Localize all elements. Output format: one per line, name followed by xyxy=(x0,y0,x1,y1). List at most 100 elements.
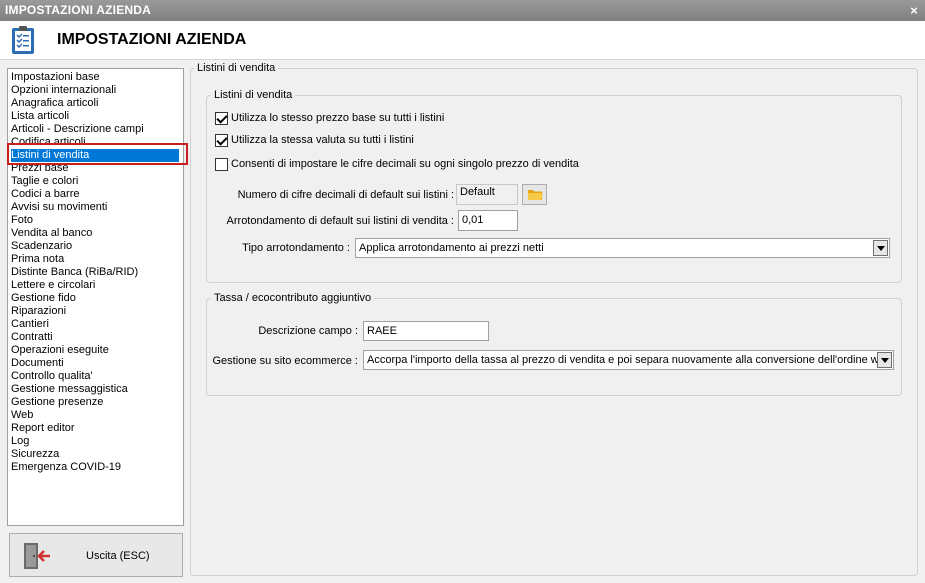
chevron-down-icon[interactable] xyxy=(873,240,888,256)
ecommerce-label: Gestione su sito ecommerce : xyxy=(212,355,358,367)
sidebar-item[interactable]: Anagrafica articoli xyxy=(8,97,183,110)
same-currency-checkbox[interactable] xyxy=(215,133,228,147)
sidebar-item[interactable]: Gestione fido xyxy=(8,292,183,305)
sidebar-item-label: Prima nota xyxy=(11,253,65,265)
listini-group-title: Listini di vendita xyxy=(211,89,296,102)
tassa-group xyxy=(206,298,902,396)
sidebar-item[interactable]: Report editor xyxy=(8,422,183,435)
sidebar-item[interactable]: Prima nota xyxy=(8,253,183,266)
sidebar-item-label: Gestione fido xyxy=(11,292,76,304)
sidebar-item[interactable]: Codici a barre xyxy=(8,188,183,201)
sidebar-item[interactable]: Distinte Banca (RiBa/RID) xyxy=(8,266,183,279)
sidebar-item-label: Articoli - Descrizione campi xyxy=(11,123,144,135)
main-group-title: Listini di vendita xyxy=(194,62,279,75)
sidebar-item-label: Prezzi base xyxy=(11,162,69,174)
ecommerce-value: Accorpa l'importo della tassa al prezzo … xyxy=(367,354,891,366)
sidebar-item-label: Distinte Banca (RiBa/RID) xyxy=(11,266,139,278)
sidebar-list: Impostazioni base Opzioni internazionali A… xyxy=(8,69,183,474)
sidebar-item[interactable]: Web xyxy=(8,409,183,422)
sidebar-item-label: Lettere e circolari xyxy=(11,279,96,291)
sidebar-item-label: Sicurezza xyxy=(11,448,60,460)
decimals-checkbox[interactable] xyxy=(215,157,228,171)
sidebar-item-label: Log xyxy=(11,435,30,447)
decimals-option[interactable]: Consenti di impostare le cifre decimali … xyxy=(215,156,579,172)
sidebar-item-label: Anagrafica articoli xyxy=(11,97,99,109)
sidebar-item[interactable]: Controllo qualita' xyxy=(8,370,183,383)
exit-button[interactable]: Uscita (ESC) xyxy=(9,533,183,577)
sidebar-item-label: Lista articoli xyxy=(11,110,70,122)
folder-icon xyxy=(528,190,543,200)
sidebar-item-label: Contratti xyxy=(11,331,53,343)
sidebar-item[interactable]: Foto xyxy=(8,214,183,227)
sidebar-item-label: Web xyxy=(11,409,34,421)
sidebar-item[interactable]: Impostazioni base xyxy=(8,71,183,84)
sidebar-item-label: Codifica articoli xyxy=(11,136,86,148)
same-currency-option[interactable]: Utilizza la stessa valuta su tutti i lis… xyxy=(215,132,414,148)
sidebar-item-label: Codici a barre xyxy=(11,188,80,200)
page-title: IMPOSTAZIONI AZIENDA xyxy=(57,31,247,48)
sidebar-item-label: Vendita al banco xyxy=(11,227,93,239)
exit-label: Uscita (ESC) xyxy=(86,550,150,562)
sidebar-item[interactable]: Gestione messaggistica xyxy=(8,383,183,396)
field-description-label: Descrizione campo : xyxy=(258,325,358,337)
rounding-type-value: Applica arrotondamento ai prezzi netti xyxy=(359,242,544,254)
sidebar-item[interactable]: Avvisi su movimenti xyxy=(8,201,183,214)
sidebar-item-label: Operazioni eseguite xyxy=(11,344,109,356)
ecommerce-select[interactable]: Accorpa l'importo della tassa al prezzo … xyxy=(363,350,894,370)
decimals-option-label: Consenti di impostare le cifre decimali … xyxy=(231,158,579,170)
sidebar-item-label: Impostazioni base xyxy=(11,71,100,83)
rounding-default-label: Arrotondamento di default sui listini di… xyxy=(226,215,454,227)
sidebar-item-label: Foto xyxy=(11,214,34,226)
clipboard-checklist-icon xyxy=(10,25,36,58)
sidebar-item[interactable]: Taglie e colori xyxy=(8,175,183,188)
sidebar-item-label: Gestione messaggistica xyxy=(11,383,128,395)
sidebar-item[interactable]: Scadenzario xyxy=(8,240,183,253)
window-titlebar: IMPOSTAZIONI AZIENDA × xyxy=(0,0,925,21)
sidebar-item-label: Riparazioni xyxy=(11,305,67,317)
sidebar-item[interactable]: Articoli - Descrizione campi xyxy=(8,123,183,136)
sidebar-item-label: Scadenzario xyxy=(11,240,73,252)
decimals-browse-button[interactable] xyxy=(522,184,547,205)
sidebar-item-label: Emergenza COVID-19 xyxy=(11,461,122,473)
sidebar-item[interactable]: Prezzi base xyxy=(8,162,183,175)
sidebar-item[interactable]: Lista articoli xyxy=(8,110,183,123)
same-price-label: Utilizza lo stesso prezzo base su tutti … xyxy=(231,112,445,124)
same-price-option[interactable]: Utilizza lo stesso prezzo base su tutti … xyxy=(215,110,444,126)
rounding-type-label: Tipo arrotondamento : xyxy=(242,242,350,254)
same-currency-label: Utilizza la stessa valuta su tutti i lis… xyxy=(231,134,414,146)
sidebar-item[interactable]: Opzioni internazionali xyxy=(8,84,183,97)
decimals-default-field[interactable]: Default xyxy=(456,184,518,205)
sidebar-item[interactable]: Riparazioni xyxy=(8,305,183,318)
sidebar-item-label: Cantieri xyxy=(11,318,49,330)
header: IMPOSTAZIONI AZIENDA xyxy=(0,21,925,60)
sidebar-item[interactable]: Gestione presenze xyxy=(8,396,183,409)
sidebar: Impostazioni base Opzioni internazionali A… xyxy=(7,68,184,526)
rounding-default-field[interactable]: 0,01 xyxy=(458,210,518,231)
window-title: IMPOSTAZIONI AZIENDA xyxy=(5,3,151,17)
sidebar-item[interactable]: Sicurezza xyxy=(8,448,183,461)
sidebar-item[interactable]: Codifica articoli xyxy=(8,136,183,149)
sidebar-item[interactable]: Contratti xyxy=(8,331,183,344)
same-price-checkbox[interactable] xyxy=(215,111,228,125)
sidebar-item[interactable]: Listini di vendita xyxy=(8,149,183,162)
sidebar-item[interactable]: Log xyxy=(8,435,183,448)
sidebar-item-label: Controllo qualita' xyxy=(11,370,93,382)
sidebar-item[interactable]: Vendita al banco xyxy=(8,227,183,240)
exit-door-icon xyxy=(22,542,52,573)
rounding-type-select[interactable]: Applica arrotondamento ai prezzi netti xyxy=(355,238,890,258)
close-icon[interactable]: × xyxy=(910,0,918,21)
decimals-default-label: Numero di cifre decimali di default sui … xyxy=(237,189,454,201)
sidebar-item[interactable]: Cantieri xyxy=(8,318,183,331)
sidebar-item[interactable]: Emergenza COVID-19 xyxy=(8,461,183,474)
sidebar-item[interactable]: Lettere e circolari xyxy=(8,279,183,292)
field-description-input[interactable]: RAEE xyxy=(363,321,489,341)
sidebar-item-label: Documenti xyxy=(11,357,64,369)
sidebar-item[interactable]: Documenti xyxy=(8,357,183,370)
sidebar-item-label: Report editor xyxy=(11,422,75,434)
sidebar-item-label: Opzioni internazionali xyxy=(11,84,117,96)
sidebar-item[interactable]: Operazioni eseguite xyxy=(8,344,183,357)
sidebar-item-label: Gestione presenze xyxy=(11,396,104,408)
sidebar-item-label: Avvisi su movimenti xyxy=(11,201,108,213)
chevron-down-icon[interactable] xyxy=(877,352,892,368)
tassa-group-title: Tassa / ecocontributo aggiuntivo xyxy=(211,292,375,305)
